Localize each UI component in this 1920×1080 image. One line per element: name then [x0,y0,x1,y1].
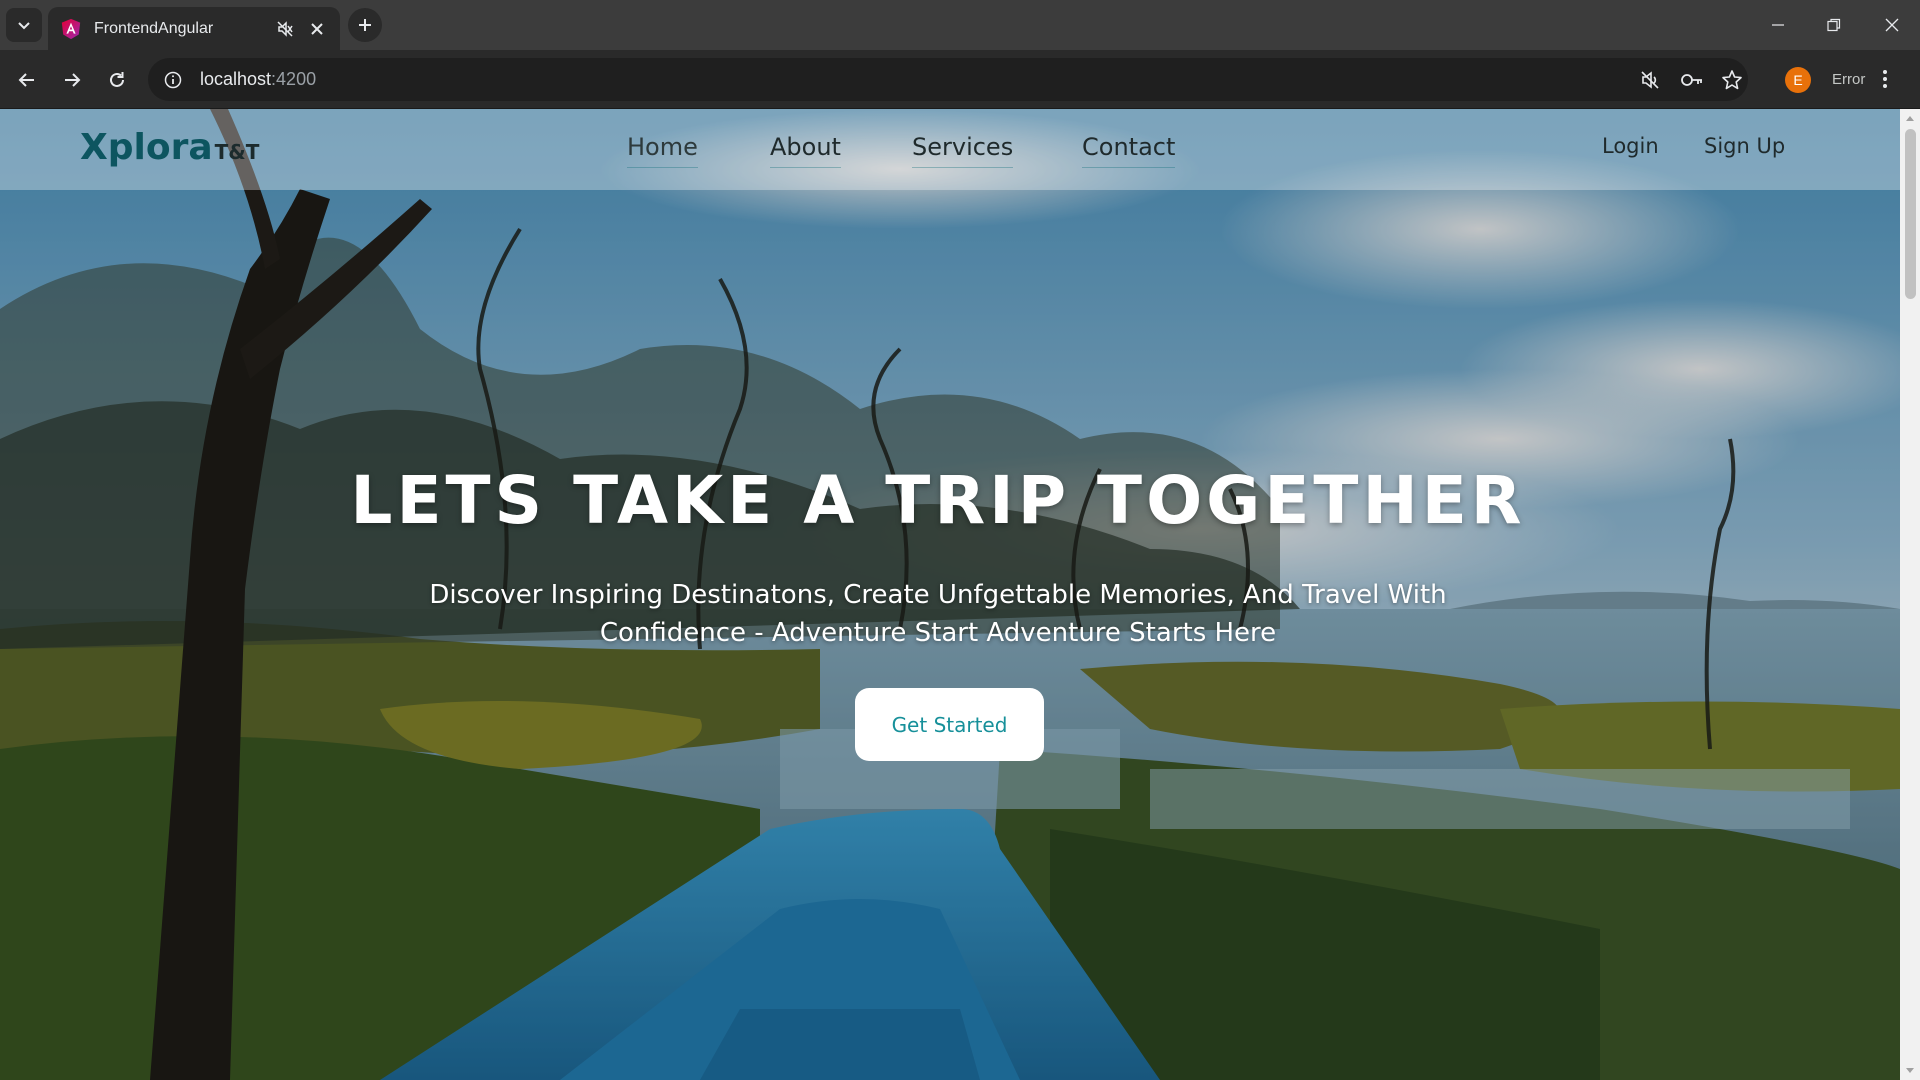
muted-site-icon[interactable] [1638,68,1662,92]
nav-about-link[interactable]: About [770,133,841,168]
site-info-icon[interactable] [162,69,184,91]
scrollbar-thumb[interactable] [1905,129,1916,299]
hero-subtitle-line-1: Discover Inspiring Destinatons, Create U… [429,580,1447,610]
get-started-button[interactable]: Get Started [855,688,1044,761]
restore-button[interactable] [1814,8,1854,42]
nav-home-link[interactable]: Home [627,133,698,168]
password-key-icon[interactable] [1680,68,1704,92]
reload-button[interactable] [100,63,134,97]
error-chip[interactable]: Error [1832,62,1895,96]
plus-icon [359,19,371,31]
close-icon [1885,18,1899,32]
chevron-down-icon [18,22,30,30]
scroll-down-arrow-icon[interactable] [1900,1062,1920,1080]
hero-subtitle: Discover Inspiring Destinatons, Create U… [380,576,1496,652]
browser-tabstrip: FrontendAngular [0,0,1920,50]
close-window-button[interactable] [1872,8,1912,42]
address-port: :4200 [271,69,317,89]
error-label: Error [1832,70,1866,88]
site-navbar: Xplora T&T Home About Services Contact L… [0,109,1900,190]
bookmark-star-icon[interactable] [1720,68,1744,92]
angular-favicon-icon [61,18,81,39]
hero-subtitle-line-2: Confidence - Adventure Start Adventure S… [599,618,1277,648]
tab-title: FrontendAngular [94,19,214,37]
minimize-button[interactable] [1758,8,1798,42]
minimize-icon [1772,24,1784,26]
new-tab-button[interactable] [348,8,382,42]
tab-search-button[interactable] [6,8,42,42]
nav-contact-link[interactable]: Contact [1082,133,1176,168]
reload-icon [110,72,124,87]
browser-toolbar: localhost:4200 E Error [0,50,1920,109]
address-bar[interactable]: localhost:4200 [148,58,1748,101]
login-link[interactable]: Login [1602,134,1659,158]
site-logo[interactable]: Xplora T&T [80,127,259,168]
signup-link[interactable]: Sign Up [1704,134,1785,158]
nav-services-link[interactable]: Services [912,133,1014,168]
scroll-up-arrow-icon[interactable] [1900,109,1920,127]
address-host: localhost [200,69,272,89]
tab-close-icon[interactable] [306,18,328,40]
more-menu-icon[interactable] [1875,67,1895,91]
profile-avatar[interactable]: E [1785,67,1811,93]
arrow-right-icon [65,73,81,87]
logo-main-text: Xplora [80,127,213,168]
restore-icon [1827,18,1841,32]
address-url: localhost:4200 [200,69,316,90]
logo-sub-text: T&T [214,140,260,164]
tab-muted-icon[interactable] [274,18,296,40]
hero-title: LETS TAKE A TRIP TOGETHER [350,462,1526,539]
page-viewport: Xplora T&T Home About Services Contact L… [0,109,1900,1080]
back-button[interactable] [10,63,44,97]
page-scrollbar[interactable] [1900,109,1920,1080]
arrow-left-icon [18,73,34,87]
browser-tab-active[interactable]: FrontendAngular [48,7,340,50]
forward-button[interactable] [55,63,89,97]
